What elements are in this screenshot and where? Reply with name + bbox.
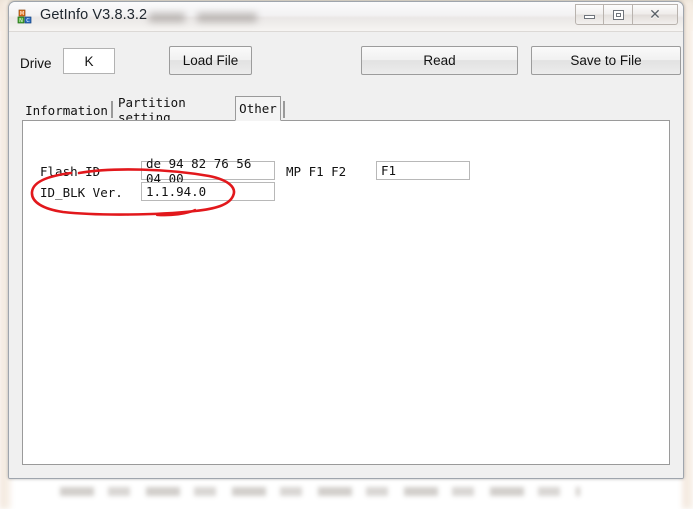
save-to-file-button[interactable]: Save to File bbox=[531, 46, 681, 75]
window-titlebar: M N C GetInfo V3.8.3.2 ✕ bbox=[9, 2, 683, 32]
app-blocks-icon: M N C bbox=[17, 9, 32, 24]
drive-label: Drive bbox=[20, 56, 52, 71]
flash-id-value[interactable]: de 94 82 76 56 04 00 bbox=[141, 156, 275, 186]
svg-text:C: C bbox=[26, 18, 30, 24]
tab-partition-setting[interactable]: Partition setting bbox=[118, 95, 236, 125]
mp-f1-f2-label: MP F1 F2 bbox=[286, 164, 347, 179]
maximize-button[interactable] bbox=[604, 4, 633, 25]
minimize-icon bbox=[584, 14, 595, 19]
tab-information[interactable]: Information bbox=[22, 100, 111, 120]
window-title: GetInfo V3.8.3.2 bbox=[40, 7, 148, 23]
drive-input[interactable]: K bbox=[63, 48, 115, 74]
id-blk-version-label: ID_BLK Ver. bbox=[40, 185, 123, 200]
backdrop-bottom-redaction bbox=[60, 487, 580, 496]
window-controls: ✕ bbox=[575, 4, 678, 26]
tab-other[interactable]: Other bbox=[235, 96, 281, 121]
title-redaction-blur-2 bbox=[197, 13, 257, 22]
maximize-icon bbox=[612, 9, 624, 20]
getinfo-application-window: M N C GetInfo V3.8.3.2 ✕ Drive K Load Fi… bbox=[8, 1, 684, 479]
backdrop-right-blur bbox=[683, 0, 693, 509]
tab-strip: Information Partition setting Other bbox=[22, 95, 670, 125]
window-client-area: Drive K Load File Read Save to File Info… bbox=[9, 32, 683, 478]
tab-separator-2 bbox=[283, 101, 285, 118]
toolbar: Drive K Load File Read Save to File bbox=[9, 45, 683, 85]
load-file-button[interactable]: Load File bbox=[169, 46, 252, 75]
read-button[interactable]: Read bbox=[361, 46, 518, 75]
close-icon: ✕ bbox=[649, 6, 661, 23]
close-button[interactable]: ✕ bbox=[633, 4, 678, 25]
flash-id-label: Flash ID bbox=[40, 164, 101, 179]
tab-separator-1 bbox=[111, 101, 113, 118]
title-redaction-blur-1 bbox=[149, 13, 185, 22]
svg-text:N: N bbox=[19, 18, 23, 24]
mp-f1-f2-value[interactable]: F1 bbox=[376, 161, 470, 180]
desktop-backdrop: M N C GetInfo V3.8.3.2 ✕ Drive K Load Fi… bbox=[0, 0, 693, 509]
tab-content-panel-other: Flash ID de 94 82 76 56 04 00 MP F1 F2 F… bbox=[22, 120, 670, 465]
svg-text:M: M bbox=[20, 11, 24, 17]
id-blk-version-value[interactable]: 1.1.94.0 bbox=[141, 182, 275, 201]
minimize-button[interactable] bbox=[575, 4, 604, 25]
